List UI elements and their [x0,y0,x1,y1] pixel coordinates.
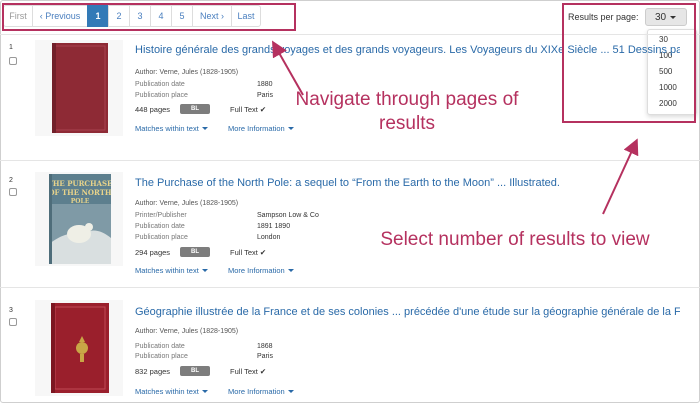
annotation-navigate: Navigate through pages of results [295,89,519,134]
annotation-arrows [272,40,639,215]
arrow-to-results-per-page [602,138,639,215]
annotation-select: Select number of results to view [380,229,650,250]
